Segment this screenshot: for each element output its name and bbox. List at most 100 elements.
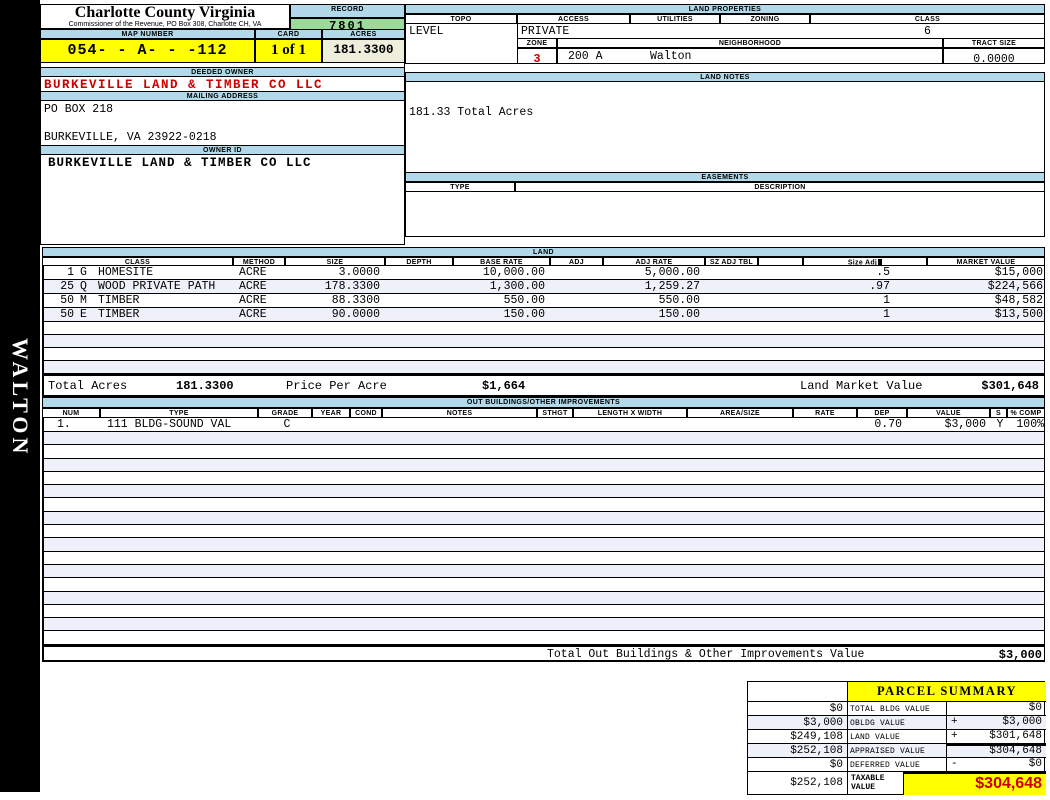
land-size-adj: 1 (883, 294, 890, 307)
ob-num-header: NUM (42, 408, 100, 418)
out-building-row: 1. 111 BLDG-SOUND VAL C 0.70 $3,000 Y 10… (42, 418, 1045, 432)
ps-value: $301,648 (989, 730, 1042, 742)
ob-dep: 0.70 (874, 418, 902, 431)
empty-row (44, 591, 1044, 605)
land-market-value-label: Land Market Value (800, 379, 923, 393)
ps-value-cell: - $0 (947, 758, 1046, 772)
ob-value-header: VALUE (907, 408, 990, 418)
land-row: 50 M TIMBER ACRE 88.3300 550.00 550.00 1… (42, 294, 1045, 308)
ps-sign: - (951, 758, 958, 770)
empty-row (44, 361, 1044, 374)
total-acres-value: 181.3300 (176, 379, 234, 393)
neighborhood-sidebar: WALTON (0, 0, 40, 792)
ob-empty-rows (42, 432, 1045, 645)
ps-label: TOTAL BLDG VALUE (848, 702, 947, 716)
tract-size-header: TRACT SIZE (943, 38, 1045, 48)
ob-type-header: TYPE (100, 408, 258, 418)
county-title-box: Charlotte County Virginia Commissioner o… (40, 4, 290, 29)
zoning-header: ZONING (720, 14, 810, 24)
ob-area-size-header: AREA/SIZE (687, 408, 793, 418)
empty-row (44, 538, 1044, 552)
land-section-header: LAND (42, 247, 1045, 257)
easement-type-header: TYPE (405, 182, 515, 192)
land-empty-rows (42, 322, 1045, 374)
land-market-value: $15,000 (994, 266, 1043, 279)
land-totals-row: Total Acres 181.3300 Price Per Acre $1,6… (42, 374, 1045, 397)
parcel-summary: PARCEL SUMMARY $0 TOTAL BLDG VALUE $0 $3… (747, 681, 1046, 795)
zone-header: ZONE (517, 38, 557, 48)
class-header: CLASS (810, 14, 1045, 24)
ps-value-cell: + $3,000 (947, 716, 1046, 730)
empty-row (44, 564, 1044, 579)
access-header: ACCESS (517, 14, 630, 24)
ob-grade-header: GRADE (258, 408, 312, 418)
land-row: 25 Q WOOD PRIVATE PATH ACRE 178.3300 1,3… (42, 280, 1045, 294)
ps-left-value: $0 (748, 702, 848, 716)
price-per-acre-value: $1,664 (482, 379, 526, 393)
ob-sthgt-header: STHGT (537, 408, 573, 418)
ps-sign: + (951, 716, 958, 728)
ob-notes-header: NOTES (382, 408, 537, 418)
land-method: ACRE (239, 294, 267, 307)
parcel-summary-title: PARCEL SUMMARY (848, 682, 1046, 702)
land-class-name: HOMESITE (98, 266, 154, 279)
empty-row (44, 551, 1044, 565)
zone-value: 3 (533, 52, 541, 66)
ps-value: $0 (1028, 758, 1042, 770)
land-class-code: Q (80, 280, 87, 293)
acres-value: 181.3300 (322, 39, 405, 63)
land-class-num: 1 (67, 266, 74, 279)
ps-value: $3,000 (1002, 716, 1042, 728)
empty-row (44, 335, 1044, 348)
land-method: ACRE (239, 266, 267, 279)
mailing-address-header: MAILING ADDRESS (40, 91, 405, 101)
access-value: PRIVATE (521, 25, 570, 38)
ps-label: APPRAISED VALUE (848, 744, 947, 758)
ob-s: Y (996, 418, 1004, 431)
land-adj-rate: 150.00 (658, 308, 700, 321)
land-blank-header (758, 257, 803, 266)
ps-label: LAND VALUE (848, 730, 947, 744)
ps-taxable-label-line2: VALUE (851, 783, 876, 792)
land-size: 90.0000 (331, 308, 380, 321)
land-size-adj: .97 (869, 280, 890, 293)
ob-cond-header: COND (350, 408, 382, 418)
land-class-name: TIMBER (98, 308, 140, 321)
map-number-header: MAP NUMBER (40, 29, 255, 39)
ob-rate-header: RATE (793, 408, 857, 418)
empty-row (44, 432, 1044, 446)
neighborhood-sidebar-label: WALTON (8, 338, 33, 458)
map-number-value: 054- - A- - -112 (40, 39, 255, 63)
card-value: 1 of 1 (255, 39, 322, 63)
land-size-adj: .5 (876, 266, 890, 279)
price-per-acre-label: Price Per Acre (286, 379, 387, 393)
land-market-value-header: MARKET VALUE (927, 257, 1045, 266)
land-notes-header: LAND NOTES (405, 72, 1045, 82)
neighborhood-name: Walton (650, 50, 692, 63)
property-record-card: WALTON Charlotte County Virginia Commiss… (0, 0, 1050, 800)
ob-dep-header: DEP (857, 408, 907, 418)
mailing-address-line1: PO BOX 218 (44, 103, 114, 116)
ob-comp: 100% (1016, 418, 1044, 431)
land-adj-header: ADJ (550, 257, 603, 266)
empty-row (44, 511, 1044, 526)
ps-taxable-left: $252,108 (748, 772, 848, 795)
land-class-code: E (80, 308, 87, 321)
owner-id-header: OWNER ID (40, 145, 405, 155)
utilities-header: UTILITIES (630, 14, 720, 24)
ob-num: 1. (57, 418, 71, 431)
ps-taxable-value: $304,648 (904, 772, 1046, 795)
empty-row (44, 631, 1044, 645)
land-method: ACRE (239, 308, 267, 321)
ps-label: DEFERRED VALUE (848, 758, 947, 772)
land-adj-rate: 550.00 (658, 294, 700, 307)
class-value: 6 (924, 25, 931, 38)
topo-header: TOPO (405, 14, 517, 24)
land-properties-header: LAND PROPERTIES (405, 4, 1045, 14)
easement-description-header: DESCRIPTION (515, 182, 1045, 192)
land-method: ACRE (239, 280, 267, 293)
land-adj-rate: 5,000.00 (644, 266, 700, 279)
out-buildings-section-header: OUT BUILDINGS/OTHER IMPROVEMENTS (42, 397, 1045, 408)
empty-row (44, 604, 1044, 619)
ob-total-label: Total Out Buildings & Other Improvements… (547, 648, 865, 661)
